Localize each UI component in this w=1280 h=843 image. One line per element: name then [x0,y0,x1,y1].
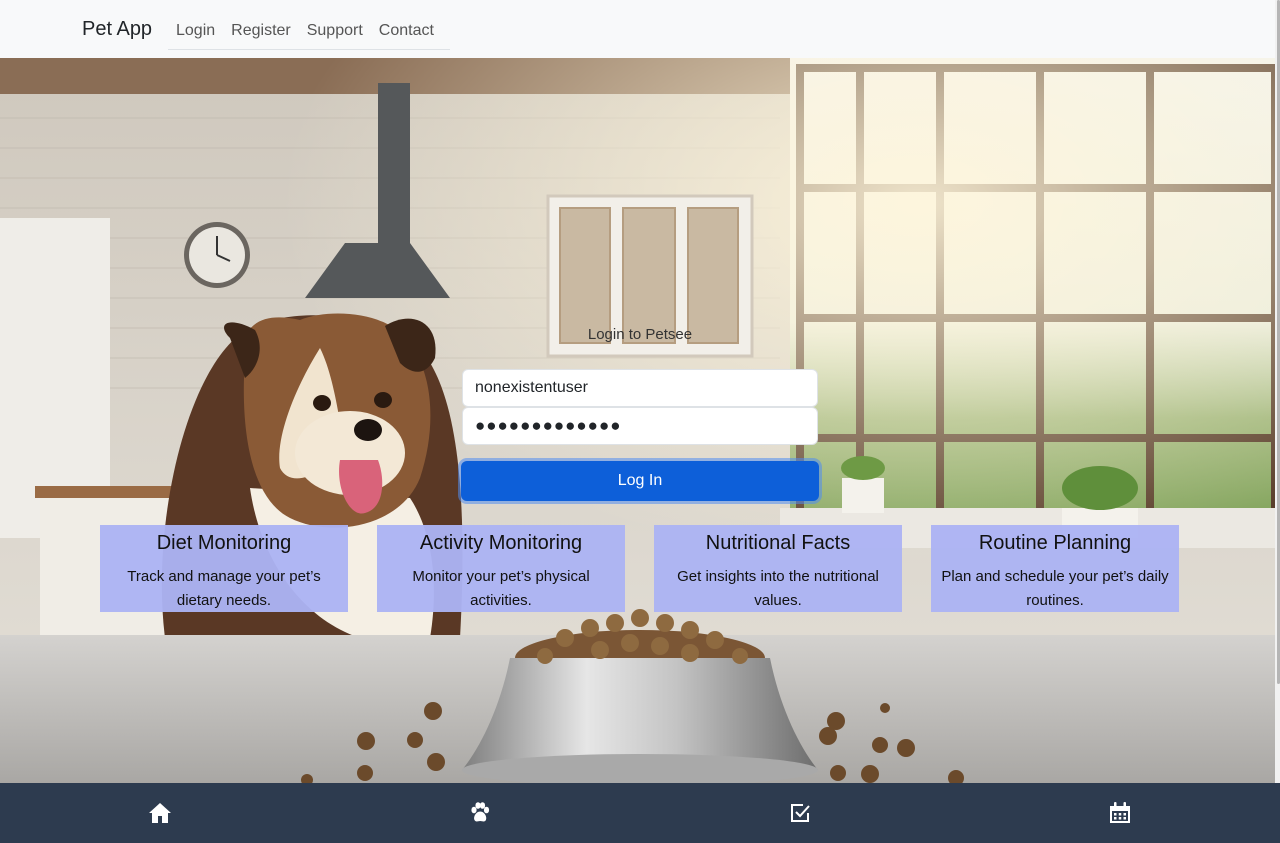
feature-description: Track and manage your pet’s dietary need… [127,568,321,609]
feature-card-nutrition: Nutritional Facts Get insights into the … [654,525,902,612]
login-button[interactable]: Log In [461,461,819,501]
feature-card-activity: Activity Monitoring Monitor your pet’s p… [377,525,625,612]
feature-description: Plan and schedule your pet’s daily routi… [941,568,1169,609]
feature-card-diet: Diet Monitoring Track and manage your pe… [100,525,348,612]
feature-description: Monitor your pet’s physical activities. [412,568,590,609]
nav-link-contact[interactable]: Contact [371,12,442,50]
nav-link-support[interactable]: Support [299,12,371,50]
username-input[interactable]: nonexistentuser [462,369,818,407]
home-icon[interactable] [148,801,172,825]
feature-title: Nutritional Facts [705,532,851,554]
login-title: Login to Petsee [587,326,693,343]
paw-icon[interactable] [468,801,492,825]
nav-links: Login Register Support Contact [168,12,450,50]
nav-link-register[interactable]: Register [223,12,299,50]
feature-title: Routine Planning [978,532,1132,554]
feature-title: Activity Monitoring [419,532,583,554]
bottom-navigation [0,783,1280,843]
feature-title: Diet Monitoring [156,532,292,554]
top-navbar: Pet App Login Register Support Contact [0,0,1280,58]
checkbox-icon[interactable] [788,801,812,825]
brand-logo[interactable]: Pet App [82,18,152,41]
feature-card-routine: Routine Planning Plan and schedule your … [931,525,1179,612]
password-input[interactable]: ●●●●●●●●●●●●● [462,407,818,445]
feature-description: Get insights into the nutritional values… [677,568,879,609]
page-scrollbar[interactable] [1275,0,1280,843]
nav-link-login[interactable]: Login [168,12,223,50]
calendar-icon[interactable] [1108,801,1132,825]
